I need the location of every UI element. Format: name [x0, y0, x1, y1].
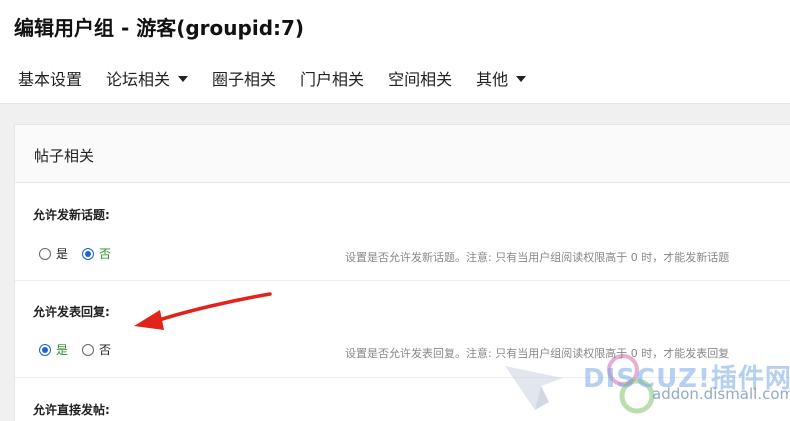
- tab-label: 空间相关: [388, 70, 453, 89]
- caret-down-icon: [178, 76, 189, 82]
- red-arrow-icon: [134, 292, 272, 330]
- watermark-domain: addon.dismall.com: [652, 385, 790, 403]
- tab-forum[interactable]: 论坛相关: [106, 66, 189, 90]
- tab-other[interactable]: 其他: [476, 66, 527, 90]
- page-header: 编辑用户组 - 游客(groupid:7) 基本设置 论坛相关 圈子相关 门户相…: [0, 0, 790, 104]
- nav-tabs: 基本设置 论坛相关 圈子相关 门户相关 空间相关 其他: [18, 66, 550, 90]
- radio-yes[interactable]: [39, 247, 51, 260]
- radio-label-yes[interactable]: 是: [56, 245, 68, 262]
- setting-title: 允许发表回复:: [33, 305, 110, 319]
- tab-label: 基本设置: [18, 70, 83, 89]
- setting-hint: 设置是否允许发新话题。注意: 只有当用户组阅读权限高于 0 时，才能发新话题: [345, 251, 730, 264]
- tab-space[interactable]: 空间相关: [388, 66, 452, 90]
- tab-group[interactable]: 圈子相关: [212, 66, 276, 90]
- radio-group: 是 否: [39, 245, 125, 262]
- radio-label-no[interactable]: 否: [99, 341, 111, 358]
- setting-title: 允许直接发帖:: [33, 403, 110, 417]
- setting-title: 允许发新话题:: [33, 208, 110, 222]
- tab-label: 门户相关: [300, 70, 365, 89]
- panel-header: 帖子相关: [15, 125, 790, 183]
- tab-label: 圈子相关: [212, 70, 277, 89]
- tab-label: 其他: [476, 70, 509, 89]
- setting-allow-new-topic: 允许发新话题: 是 否 设置是否允许发新话题。注意: 只有当用户组阅读权限高于 …: [15, 183, 790, 280]
- radio-label-yes[interactable]: 是: [56, 341, 68, 358]
- radio-no[interactable]: [82, 247, 95, 260]
- page-title: 编辑用户组 - 游客(groupid:7): [14, 16, 305, 40]
- tab-label: 论坛相关: [106, 70, 171, 89]
- tab-basic-settings[interactable]: 基本设置: [18, 66, 82, 90]
- radio-label-no[interactable]: 否: [99, 245, 111, 262]
- panel-title: 帖子相关: [34, 147, 95, 165]
- radio-group: 是 否: [39, 341, 125, 358]
- caret-down-icon: [516, 76, 527, 82]
- radio-yes[interactable]: [39, 343, 51, 356]
- radio-no[interactable]: [82, 343, 95, 356]
- tab-portal[interactable]: 门户相关: [300, 66, 364, 90]
